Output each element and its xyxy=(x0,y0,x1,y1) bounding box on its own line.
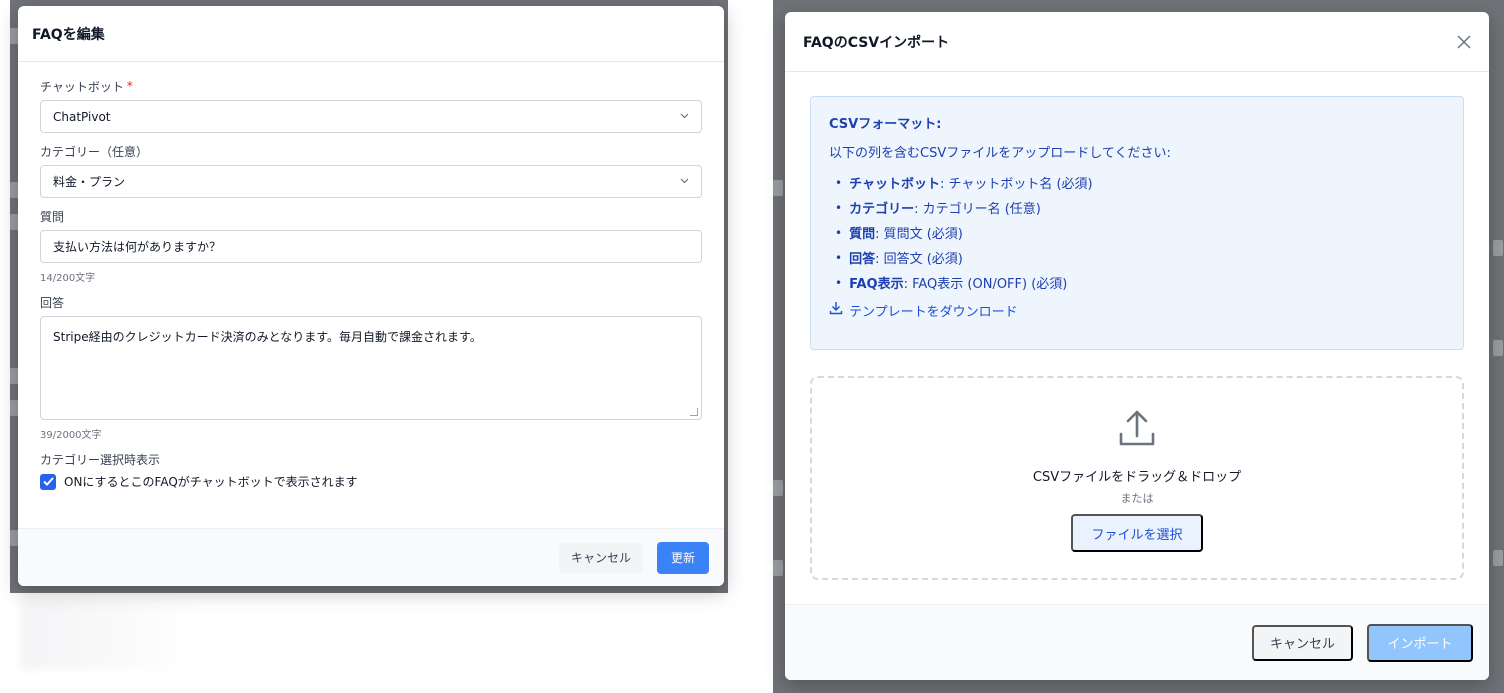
column-name: FAQ表示 xyxy=(849,277,904,292)
modal-title: FAQを編集 xyxy=(18,6,724,62)
dropzone-or-text: または xyxy=(1120,492,1154,505)
column-name: 回答 xyxy=(849,252,876,267)
bullet-icon: • xyxy=(835,250,843,265)
upload-icon xyxy=(1115,406,1159,454)
modal-footer: キャンセル 更新 xyxy=(18,528,724,586)
csv-dropzone[interactable]: CSVファイルをドラッグ＆ドロップ または ファイルを選択 xyxy=(810,376,1464,580)
dropzone-text: CSVファイルをドラッグ＆ドロップ xyxy=(1032,470,1242,485)
column-name: カテゴリー xyxy=(849,202,915,217)
chevron-down-icon xyxy=(680,111,689,122)
select-file-button[interactable]: ファイルを選択 xyxy=(1071,514,1203,552)
chatbot-field: チャットボット * ChatPivot xyxy=(40,78,702,133)
column-desc: : 質問文 (必須) xyxy=(875,227,963,242)
display-checkbox-text: ONにするとこのFAQがチャットボットで表示されます xyxy=(64,475,358,489)
update-button[interactable]: 更新 xyxy=(656,541,709,574)
bullet-icon: • xyxy=(835,225,843,240)
display-field: カテゴリー選択時表示 ONにするとこのFAQがチャットボットで表示されます xyxy=(40,451,702,490)
answer-char-counter: 39/2000文字 xyxy=(40,430,102,441)
column-item: • 回答: 回答文 (必須) xyxy=(835,245,1445,270)
chatbot-select[interactable]: ChatPivot xyxy=(40,100,702,133)
bullet-icon: • xyxy=(835,200,843,215)
column-name: チャットボット xyxy=(849,177,940,192)
backdrop-ghost xyxy=(1493,240,1503,256)
download-icon xyxy=(829,301,843,319)
column-item: • 質問: 質問文 (必須) xyxy=(835,220,1445,245)
column-item: • チャットボット: チャットボット名 (必須) xyxy=(835,170,1445,195)
modal-header: FAQのCSVインポート xyxy=(785,12,1489,72)
chatbot-label-text: チャットボット xyxy=(40,79,124,94)
question-field: 質問 支払い方法は何がありますか？ 14/200文字 xyxy=(40,208,702,284)
category-select[interactable]: 料金・プラン xyxy=(40,165,702,198)
format-title: CSVフォーマット: xyxy=(829,117,942,132)
column-desc: : 回答文 (必須) xyxy=(875,252,963,267)
category-select-value: 料金・プラン xyxy=(53,175,126,189)
backdrop-ghost xyxy=(1493,550,1503,566)
close-icon[interactable] xyxy=(1457,30,1471,54)
answer-textarea[interactable]: Stripe経由のクレジットカード決済のみとなります。毎月自動で課金されます。 xyxy=(40,316,702,420)
backdrop-ghost xyxy=(773,560,783,576)
download-template-link[interactable]: テンプレートをダウンロード xyxy=(829,300,1445,320)
column-item: • カテゴリー: カテゴリー名 (任意) xyxy=(835,195,1445,220)
category-label: カテゴリー（任意） xyxy=(40,144,149,159)
column-desc: : チャットボット名 (必須) xyxy=(939,177,1093,192)
display-checkbox-row[interactable]: ONにするとこのFAQがチャットボットで表示されます xyxy=(40,473,702,490)
edit-faq-form: チャットボット * ChatPivot カテゴリー（任意） 料金・プラン 質問 xyxy=(18,62,724,490)
category-field: カテゴリー（任意） 料金・プラン xyxy=(40,143,702,198)
chevron-down-icon xyxy=(680,176,689,187)
column-item: • FAQ表示: FAQ表示 (ON/OFF) (必須) xyxy=(835,270,1445,295)
display-label: カテゴリー選択時表示 xyxy=(40,452,161,467)
display-checkbox[interactable] xyxy=(40,473,56,490)
question-char-counter: 14/200文字 xyxy=(40,273,96,284)
answer-label: 回答 xyxy=(40,295,65,310)
chatbot-label: チャットボット * xyxy=(40,78,702,94)
backdrop-ghost xyxy=(1493,340,1503,356)
required-mark: * xyxy=(126,79,133,93)
chatbot-select-value: ChatPivot xyxy=(53,109,111,124)
cancel-button[interactable]: キャンセル xyxy=(558,542,643,573)
csv-format-info: CSVフォーマット: 以下の列を含むCSVファイルをアップロードしてください: … xyxy=(810,96,1464,350)
question-input-value: 支払い方法は何がありますか？ xyxy=(53,240,222,254)
column-name: 質問 xyxy=(849,227,876,242)
modal-footer: キャンセル インポート xyxy=(785,604,1489,680)
answer-field: 回答 Stripe経由のクレジットカード決済のみとなります。毎月自動で課金されま… xyxy=(40,294,702,441)
cancel-button[interactable]: キャンセル xyxy=(1251,624,1353,661)
csv-import-modal: FAQのCSVインポート CSVフォーマット: 以下の列を含むCSVファイルをア… xyxy=(785,12,1489,680)
bullet-icon: • xyxy=(835,275,843,290)
blurred-background-content xyxy=(20,600,195,670)
question-input[interactable]: 支払い方法は何がありますか？ xyxy=(40,230,702,263)
bullet-icon: • xyxy=(835,175,843,190)
resize-handle-icon[interactable] xyxy=(690,408,698,416)
column-desc: : カテゴリー名 (任意) xyxy=(914,202,1041,217)
edit-faq-modal: FAQを編集 チャットボット * ChatPivot カテゴリー（任意） 料金・… xyxy=(18,6,724,586)
backdrop-ghost xyxy=(773,480,783,496)
import-button[interactable]: インポート xyxy=(1367,623,1473,662)
answer-textarea-value: Stripe経由のクレジットカード決済のみとなります。毎月自動で課金されます。 xyxy=(53,330,482,344)
column-list: • チャットボット: チャットボット名 (必須) • カテゴリー: カテゴリー名 (… xyxy=(829,170,1445,295)
modal-title: FAQのCSVインポート xyxy=(803,34,950,51)
format-description: 以下の列を含むCSVファイルをアップロードしてください: xyxy=(829,146,1171,161)
download-template-label: テンプレートをダウンロード xyxy=(849,304,1018,320)
backdrop-ghost xyxy=(773,180,783,196)
check-icon xyxy=(42,477,54,486)
column-desc: : FAQ表示 (ON/OFF) (必須) xyxy=(903,277,1068,292)
question-label: 質問 xyxy=(40,209,65,224)
